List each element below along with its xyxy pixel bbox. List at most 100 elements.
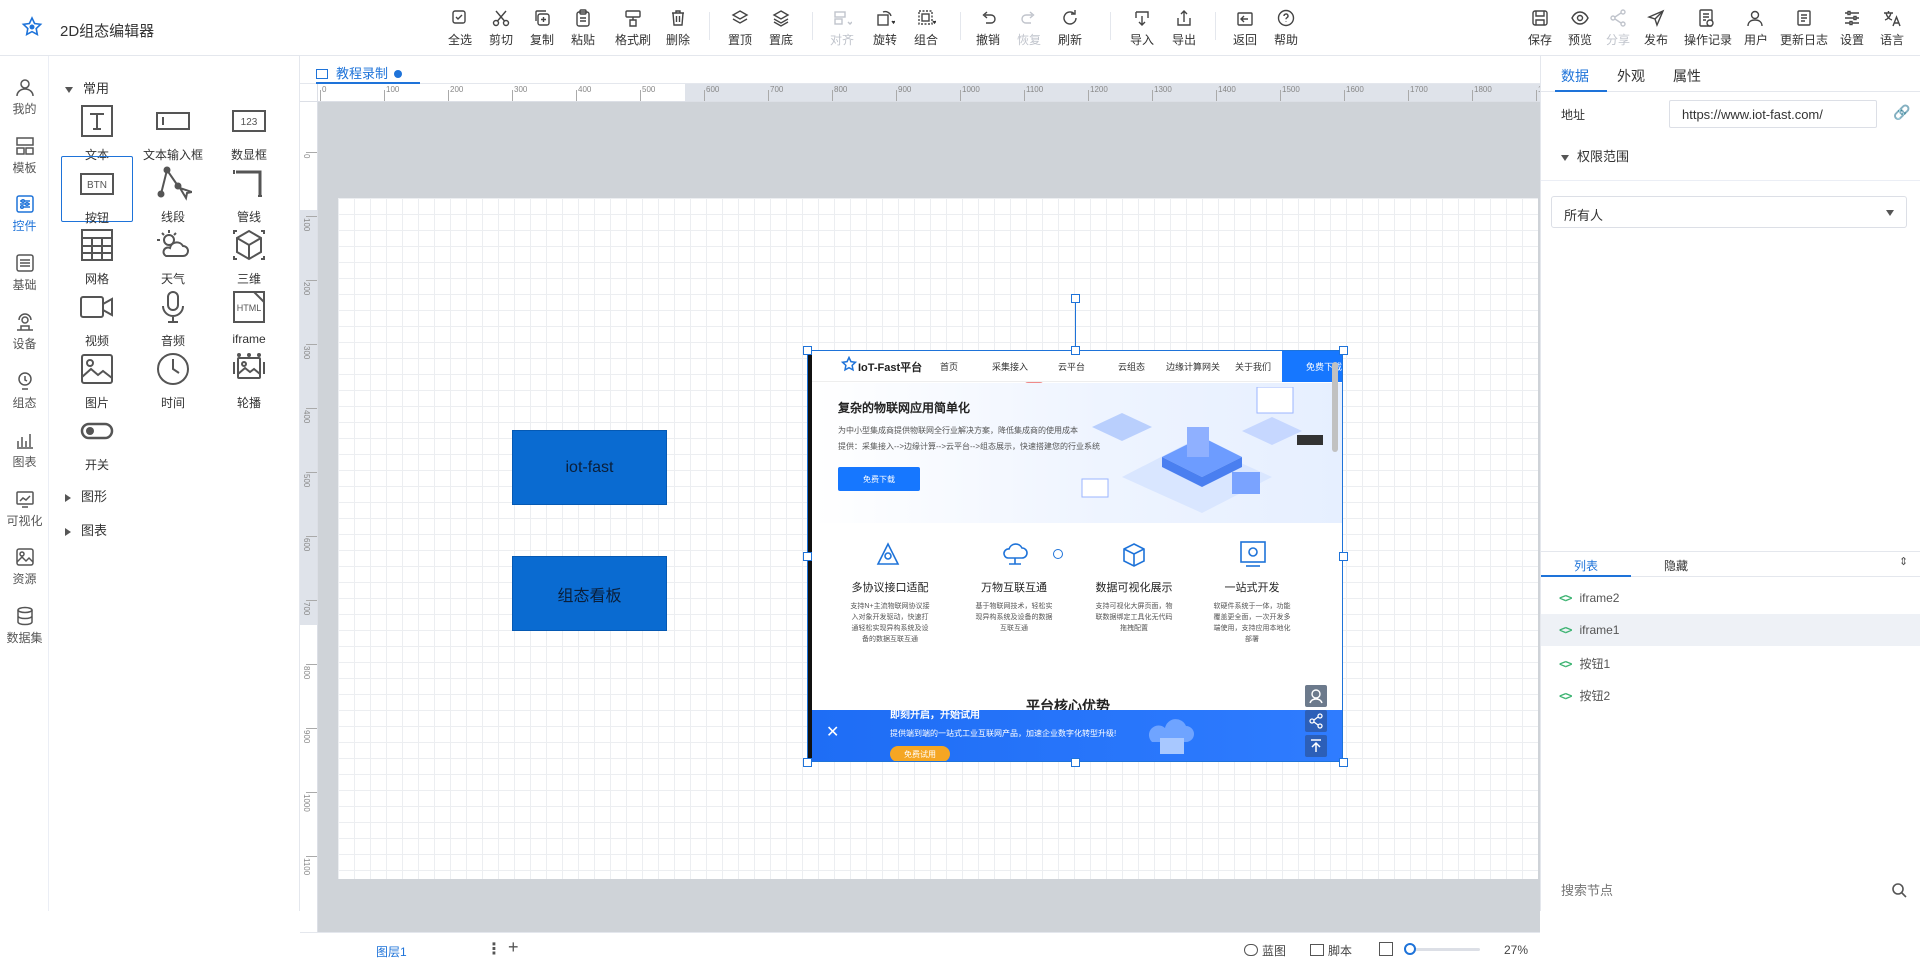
nav-item-mine[interactable]: 我的: [0, 76, 49, 117]
widget-number-display[interactable]: 123 数显框: [213, 94, 285, 162]
delete-button[interactable]: 删除: [658, 8, 698, 52]
tree-node-iframe1[interactable]: <> iframe1: [1541, 614, 1920, 646]
nav-item-widgets[interactable]: 控件: [0, 193, 49, 234]
publish-button[interactable]: 发布: [1636, 8, 1676, 52]
resize-handle-sw[interactable]: [803, 758, 812, 767]
send-bottom-button[interactable]: 置底: [761, 8, 801, 52]
widget-image[interactable]: 图片: [61, 342, 133, 410]
tab-properties[interactable]: 属性: [1673, 66, 1701, 86]
language-button[interactable]: 语言: [1872, 8, 1912, 52]
widget-pipeline[interactable]: 管线: [213, 156, 285, 224]
script-button[interactable]: 脚本: [1310, 942, 1352, 959]
bring-top-button[interactable]: 置顶: [720, 8, 760, 52]
widget-audio[interactable]: 音频: [137, 280, 209, 348]
ruler-left[interactable]: 0 100 200 300 400 500 600 700 800 900 1000 1100: [300, 102, 318, 932]
widget-line-segment[interactable]: 线段: [137, 156, 209, 224]
image-icon: [316, 69, 328, 79]
layer-tab[interactable]: 图层1: [376, 943, 407, 960]
align-button[interactable]: 对齐: [822, 8, 862, 52]
tree-node-iframe2[interactable]: <> iframe2: [1559, 582, 1903, 614]
number-display-icon: 123: [232, 110, 266, 132]
zoom-slider[interactable]: [1404, 943, 1480, 955]
resize-handle-nw[interactable]: [803, 346, 812, 355]
nav-item-dataset[interactable]: 数据集: [0, 605, 49, 646]
add-layer-icon[interactable]: +: [508, 937, 519, 958]
search-node-input[interactable]: [1551, 876, 1871, 904]
user-button[interactable]: 用户: [1734, 8, 1778, 52]
share-button[interactable]: 分享: [1598, 8, 1638, 52]
ruler-top[interactable]: 0 100 200 300 400 500 600 700 800 900 1000 1100 1200…: [318, 84, 1540, 102]
canvas-button-iot-fast[interactable]: iot-fast: [512, 430, 667, 505]
nav-item-visual[interactable]: 可视化: [0, 488, 49, 529]
blueprint-button[interactable]: 蓝图: [1244, 942, 1286, 959]
tab-list[interactable]: 列表: [1541, 552, 1631, 577]
sort-icon[interactable]: ⇕: [1899, 555, 1908, 568]
canvas-button-dashboard[interactable]: 组态看板: [512, 556, 667, 631]
history-button[interactable]: 操作记录: [1684, 8, 1732, 52]
back-button[interactable]: 返回: [1225, 8, 1265, 52]
rotate-button[interactable]: 旋转: [865, 8, 905, 52]
select-all-button[interactable]: 全选: [440, 8, 480, 52]
nav-item-template[interactable]: 模板: [0, 135, 49, 176]
permission-select[interactable]: 所有人: [1551, 196, 1907, 228]
rotate-handle[interactable]: [1071, 294, 1080, 303]
format-brush-button[interactable]: 格式刷: [612, 8, 654, 52]
help-button[interactable]: 帮助: [1266, 8, 1306, 52]
fit-screen-icon[interactable]: [1379, 942, 1393, 956]
tab-tutorial-recording[interactable]: 教程录制: [316, 56, 420, 84]
resize-handle-w[interactable]: [803, 552, 812, 561]
resize-handle-ne[interactable]: [1339, 346, 1348, 355]
widget-iframe[interactable]: HTML iframe: [213, 280, 285, 346]
nav-item-device[interactable]: 设备: [0, 311, 49, 352]
widget-carousel[interactable]: 轮播: [213, 342, 285, 410]
paste-button[interactable]: 粘贴: [563, 8, 603, 52]
nav-item-chart[interactable]: 图表: [0, 429, 49, 470]
nav-item-scada[interactable]: 组态: [0, 370, 49, 411]
ruler-tick: [306, 280, 317, 281]
redo-button[interactable]: 恢复: [1009, 8, 1049, 52]
link-icon[interactable]: 🔗: [1893, 104, 1910, 121]
nav-item-resource[interactable]: 资源: [0, 546, 49, 587]
widget-toggle[interactable]: 开关: [61, 404, 133, 472]
settings-button[interactable]: 设置: [1832, 8, 1872, 52]
widget-clock[interactable]: 时间: [137, 342, 209, 410]
changelog-button[interactable]: 更新日志: [1780, 8, 1828, 52]
more-vertical-icon[interactable]: ⋮: [486, 939, 502, 959]
tree-node-button2[interactable]: <> 按钮2: [1559, 678, 1903, 710]
tab-data[interactable]: 数据: [1561, 66, 1589, 86]
widget-button[interactable]: BTN 按钮: [61, 156, 133, 225]
section-charts[interactable]: 图表: [65, 520, 107, 539]
export-button[interactable]: 导出: [1164, 8, 1204, 52]
preview-button[interactable]: 预览: [1560, 8, 1600, 52]
group-button[interactable]: 组合: [906, 8, 946, 52]
undo-button[interactable]: 撤销: [968, 8, 1008, 52]
widget-grid[interactable]: 网格: [61, 218, 133, 286]
changelog-icon: [1797, 10, 1811, 26]
widget-3d[interactable]: 三维: [213, 218, 285, 286]
search-icon[interactable]: [1891, 882, 1907, 898]
resize-handle-e[interactable]: [1339, 552, 1348, 561]
copy-button[interactable]: 复制: [522, 8, 562, 52]
nav-item-basic[interactable]: 基础: [0, 252, 49, 293]
widget-video[interactable]: 视频: [61, 280, 133, 348]
widget-weather[interactable]: 天气: [137, 218, 209, 286]
drawing-board[interactable]: iot-fast 组态看板 IoT-Fast平台 首页 采集接入 云平台 云组态…: [338, 198, 1538, 879]
save-button[interactable]: 保存: [1520, 8, 1560, 52]
tab-appearance[interactable]: 外观: [1617, 66, 1645, 86]
widget-text[interactable]: 文本: [61, 94, 133, 162]
section-shapes[interactable]: 图形: [65, 486, 107, 505]
send-bottom-icon: [772, 10, 790, 27]
tree-node-button1[interactable]: <> 按钮1: [1559, 646, 1903, 678]
resize-handle-s[interactable]: [1071, 758, 1080, 767]
permission-section[interactable]: 权限范围: [1561, 146, 1629, 165]
cut-button[interactable]: 剪切: [481, 8, 521, 52]
resize-handle-n[interactable]: [1071, 346, 1080, 355]
tab-hidden[interactable]: 隐藏: [1631, 552, 1721, 577]
scada-icon: [17, 372, 32, 390]
address-input[interactable]: [1669, 100, 1877, 128]
import-button[interactable]: 导入: [1122, 8, 1162, 52]
zoom-slider-knob[interactable]: [1404, 943, 1416, 955]
refresh-button[interactable]: 刷新: [1050, 8, 1090, 52]
widget-text-input[interactable]: 文本输入框: [137, 94, 209, 162]
resize-handle-se[interactable]: [1339, 758, 1348, 767]
